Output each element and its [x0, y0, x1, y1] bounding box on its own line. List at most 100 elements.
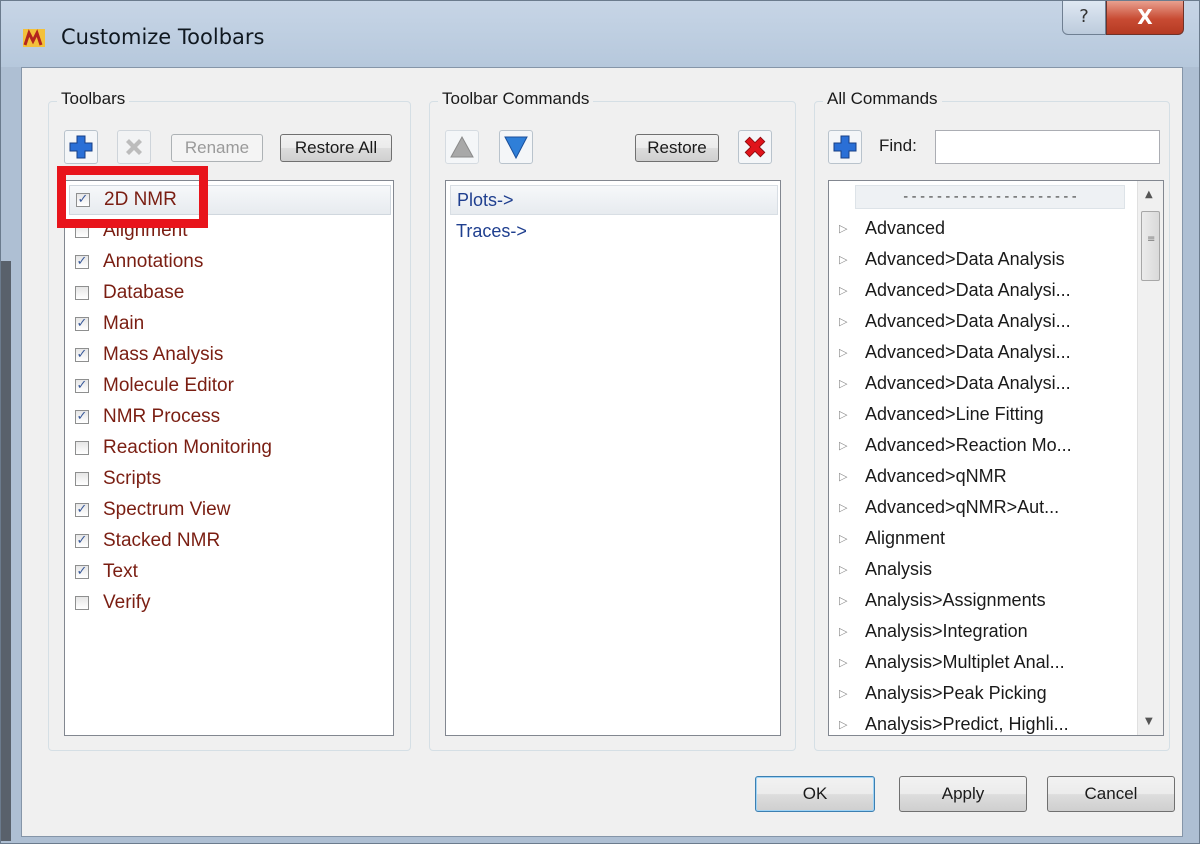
restore-all-button[interactable]: Restore All — [280, 134, 392, 162]
rename-button[interactable]: Rename — [171, 134, 263, 162]
expand-arrow-icon[interactable]: ▷ — [839, 532, 865, 545]
toolbar-item[interactable]: ✓ Stacked NMR — [69, 526, 391, 556]
checkbox-checked-icon[interactable]: ✓ — [75, 255, 89, 269]
checkbox-unchecked-icon[interactable] — [75, 286, 89, 300]
expand-arrow-icon[interactable]: ▷ — [839, 718, 865, 731]
all-command-item[interactable]: ▷ Analysis>Assignments — [839, 585, 1129, 616]
add-toolbar-button[interactable] — [64, 130, 98, 164]
toolbar-item[interactable]: ✓ Molecule Editor — [69, 371, 391, 401]
delete-x-icon — [744, 136, 766, 158]
plus-icon — [833, 135, 857, 159]
ok-button[interactable]: OK — [755, 776, 875, 812]
expand-arrow-icon[interactable]: ▷ — [839, 315, 865, 328]
customize-toolbars-dialog: Customize Toolbars ? X Toolbars Rename R… — [0, 0, 1200, 844]
restore-button[interactable]: Restore — [635, 134, 719, 162]
all-command-label: Advanced>Data Analysi... — [865, 342, 1071, 362]
all-command-item[interactable]: ▷ Alignment — [839, 523, 1129, 554]
checkbox-checked-icon[interactable]: ✓ — [75, 410, 89, 424]
delete-toolbar-button[interactable] — [117, 130, 151, 164]
remove-command-button[interactable] — [738, 130, 772, 164]
apply-button[interactable]: Apply — [899, 776, 1027, 812]
expand-arrow-icon[interactable]: ▷ — [839, 253, 865, 266]
all-command-label: Advanced — [865, 218, 946, 238]
all-command-item[interactable]: ▷ Analysis — [839, 554, 1129, 585]
toolbar-item[interactable]: ✓ NMR Process — [69, 402, 391, 432]
command-item[interactable]: Traces-> — [450, 216, 778, 246]
all-command-item[interactable]: ▷ Analysis>Predict, Highli... — [839, 709, 1129, 735]
checkbox-checked-icon[interactable]: ✓ — [75, 317, 89, 331]
toolbar-item[interactable]: ✓ Main — [69, 309, 391, 339]
expand-arrow-icon[interactable]: ▷ — [839, 656, 865, 669]
all-command-item[interactable]: ▷ Analysis>Peak Picking — [839, 678, 1129, 709]
all-commands-scrollbar[interactable]: ▲ ≡ ▼ — [1137, 181, 1163, 735]
toolbars-list[interactable]: ✓ 2D NMR Alignment ✓ Annotations Database ✓ Mai… — [64, 180, 394, 736]
toolbar-item[interactable]: Scripts — [69, 464, 391, 494]
checkbox-checked-icon[interactable]: ✓ — [75, 534, 89, 548]
toolbar-item[interactable]: ✓ Spectrum View — [69, 495, 391, 525]
command-item[interactable]: Plots-> — [450, 185, 778, 215]
expand-arrow-icon[interactable]: ▷ — [839, 346, 865, 359]
all-command-label: Advanced>Line Fitting — [865, 404, 1044, 424]
find-input[interactable] — [935, 130, 1160, 164]
all-command-item[interactable]: ▷ Advanced>qNMR>Aut... — [839, 492, 1129, 523]
toolbar-item-label: Main — [103, 313, 145, 334]
checkbox-checked-icon[interactable]: ✓ — [75, 565, 89, 579]
plus-icon — [69, 135, 93, 159]
all-command-item[interactable]: ▷ Advanced>Data Analysi... — [839, 337, 1129, 368]
all-command-item[interactable]: ▷ Advanced>Line Fitting — [839, 399, 1129, 430]
checkbox-unchecked-icon[interactable] — [75, 596, 89, 610]
expand-arrow-icon[interactable]: ▷ — [839, 377, 865, 390]
expand-arrow-icon[interactable]: ▷ — [839, 408, 865, 421]
all-command-item[interactable]: ▷ Advanced>Data Analysis — [839, 244, 1129, 275]
all-command-label: Analysis>Multiplet Anal... — [865, 652, 1065, 672]
checkbox-unchecked-icon[interactable] — [75, 441, 89, 455]
checkbox-checked-icon[interactable]: ✓ — [75, 379, 89, 393]
move-down-button[interactable] — [499, 130, 533, 164]
toolbar-item[interactable]: ✓ Mass Analysis — [69, 340, 391, 370]
toolbar-item[interactable]: ✓ Annotations — [69, 247, 391, 277]
all-command-item[interactable]: ▷ Advanced>Reaction Mo... — [839, 430, 1129, 461]
all-command-item[interactable]: ▷ Analysis>Multiplet Anal... — [839, 647, 1129, 678]
expand-arrow-icon[interactable]: ▷ — [839, 439, 865, 452]
separator-item[interactable]: --------------------- — [855, 185, 1125, 209]
add-command-button[interactable] — [828, 130, 862, 164]
checkbox-checked-icon[interactable]: ✓ — [75, 503, 89, 517]
expand-arrow-icon[interactable]: ▷ — [839, 687, 865, 700]
toolbar-item[interactable]: ✓ Text — [69, 557, 391, 587]
toolbar-commands-list[interactable]: Plots-> Traces-> — [445, 180, 781, 736]
close-button[interactable]: X — [1106, 1, 1184, 35]
all-command-label: Advanced>Data Analysi... — [865, 311, 1071, 331]
scroll-down-arrow-icon[interactable]: ▼ — [1145, 716, 1153, 727]
expand-arrow-icon[interactable]: ▷ — [839, 625, 865, 638]
all-command-item[interactable]: ▷ Advanced>Data Analysi... — [839, 368, 1129, 399]
toolbar-item[interactable]: Reaction Monitoring — [69, 433, 391, 463]
all-command-item[interactable]: ▷ Advanced — [839, 213, 1129, 244]
all-command-item[interactable]: ▷ Advanced>Data Analysi... — [839, 306, 1129, 337]
move-up-button[interactable] — [445, 130, 479, 164]
all-command-label: Analysis>Predict, Highli... — [865, 714, 1069, 734]
all-command-label: Analysis — [865, 559, 933, 579]
scroll-up-arrow-icon[interactable]: ▲ — [1145, 189, 1153, 200]
title-bar[interactable]: Customize Toolbars ? X — [1, 1, 1199, 67]
toolbar-item-label: Molecule Editor — [103, 375, 234, 396]
all-command-item[interactable]: ▷ Advanced>qNMR — [839, 461, 1129, 492]
expand-arrow-icon[interactable]: ▷ — [839, 222, 865, 235]
highlight-annotation — [57, 166, 208, 228]
toolbar-item[interactable]: Verify — [69, 588, 391, 618]
all-commands-list[interactable]: --------------------- ▷ Advanced ▷ Advanced… — [828, 180, 1164, 736]
all-command-item[interactable]: ▷ Advanced>Data Analysi... — [839, 275, 1129, 306]
checkbox-checked-icon[interactable]: ✓ — [75, 348, 89, 362]
all-command-item[interactable]: ▷ Analysis>Integration — [839, 616, 1129, 647]
expand-arrow-icon[interactable]: ▷ — [839, 501, 865, 514]
expand-arrow-icon[interactable]: ▷ — [839, 563, 865, 576]
expand-arrow-icon[interactable]: ▷ — [839, 284, 865, 297]
help-button[interactable]: ? — [1062, 1, 1106, 35]
all-command-label: Advanced>Data Analysi... — [865, 280, 1071, 300]
checkbox-unchecked-icon[interactable] — [75, 472, 89, 486]
toolbar-item[interactable]: Database — [69, 278, 391, 308]
scroll-thumb[interactable]: ≡ — [1141, 211, 1160, 281]
expand-arrow-icon[interactable]: ▷ — [839, 470, 865, 483]
expand-arrow-icon[interactable]: ▷ — [839, 594, 865, 607]
cancel-button[interactable]: Cancel — [1047, 776, 1175, 812]
triangle-up-icon — [450, 135, 474, 158]
